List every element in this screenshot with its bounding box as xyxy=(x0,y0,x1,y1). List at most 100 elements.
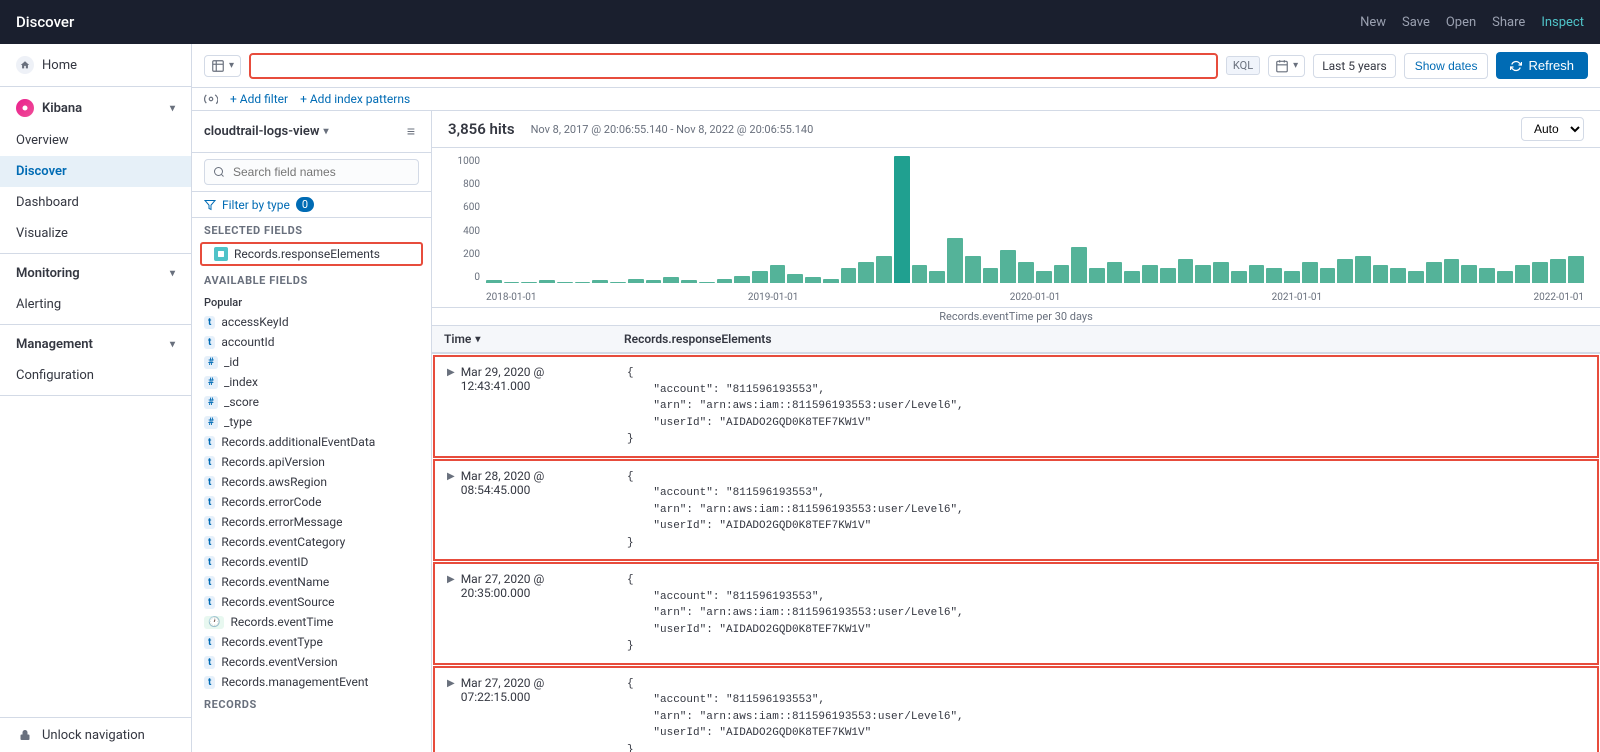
time-range-picker[interactable]: Last 5 years xyxy=(1313,54,1396,78)
field-name: Records.awsRegion xyxy=(221,475,327,489)
chart-container: 1000 800 600 400 200 0 2018-01-01 2019-0… xyxy=(432,148,1600,308)
field-search-input[interactable] xyxy=(204,159,419,185)
dashboard-label: Dashboard xyxy=(16,195,79,210)
field-item-Records-eventVersion[interactable]: tRecords.eventVersion xyxy=(192,652,431,672)
field-item-_index[interactable]: #_index xyxy=(192,372,431,392)
index-selector-btn[interactable]: ▾ xyxy=(204,55,241,77)
left-sidebar: Home Kibana ▾ Overview Discover Dashbo xyxy=(0,44,192,752)
sidebar-item-discover[interactable]: Discover xyxy=(0,156,191,187)
chart-bars-area xyxy=(486,156,1584,283)
field-item-accessKeyId[interactable]: t accessKeyId xyxy=(192,312,431,332)
filter-options-icon[interactable] xyxy=(204,92,218,106)
index-name-label: cloudtrail-logs-view xyxy=(204,124,319,139)
field-item-_type[interactable]: #_type xyxy=(192,412,431,432)
chart-bar xyxy=(592,280,608,283)
field-item-Records-eventID[interactable]: tRecords.eventID xyxy=(192,552,431,572)
field-item-Records-apiVersion[interactable]: tRecords.apiVersion xyxy=(192,452,431,472)
monitoring-group-header[interactable]: Monitoring ▾ xyxy=(0,258,191,289)
chart-bar xyxy=(983,268,999,283)
field-item-accountId[interactable]: t accountId xyxy=(192,332,431,352)
field-item-Records-managementEvent[interactable]: tRecords.managementEvent xyxy=(192,672,431,692)
field-type-badge: t xyxy=(204,576,215,589)
sidebar-item-configuration[interactable]: Configuration xyxy=(0,360,191,391)
selected-field-item[interactable]: Records.responseElements xyxy=(200,242,423,266)
open-action[interactable]: Open xyxy=(1446,15,1476,30)
field-name: Records.eventCategory xyxy=(221,535,345,549)
field-item-Records-eventType[interactable]: tRecords.eventType xyxy=(192,632,431,652)
unlock-nav-section: Unlock navigation xyxy=(0,717,191,752)
share-action[interactable]: Share xyxy=(1492,15,1525,30)
field-item-Records-eventSource[interactable]: tRecords.eventSource xyxy=(192,592,431,612)
app-title: Discover xyxy=(16,13,74,31)
add-filter-btn[interactable]: + Add filter xyxy=(230,92,288,106)
filter-bar: + Add filter + Add index patterns xyxy=(192,88,1600,111)
field-type-badge: 🕐 xyxy=(204,616,224,629)
field-type-t-icon: t xyxy=(204,316,215,329)
app-layout: Home Kibana ▾ Overview Discover Dashbo xyxy=(0,44,1600,752)
chart-bar xyxy=(646,280,662,283)
show-dates-button[interactable]: Show dates xyxy=(1404,53,1489,79)
management-group-header[interactable]: Management ▾ xyxy=(0,329,191,360)
field-item-_score[interactable]: #_score xyxy=(192,392,431,412)
chart-bar xyxy=(1266,268,1282,283)
refresh-button[interactable]: Refresh xyxy=(1496,52,1588,79)
field-item-Records-additionalEventData[interactable]: tRecords.additionalEventData xyxy=(192,432,431,452)
chart-bar xyxy=(681,280,697,283)
field-name: _score xyxy=(224,395,259,409)
sidebar-item-overview[interactable]: Overview xyxy=(0,125,191,156)
expand-row-btn[interactable]: ▶ xyxy=(447,367,455,378)
results-rows: ▶ Mar 29, 2020 @ 12:43:41.000 { "account… xyxy=(432,355,1600,752)
index-name-chevron-icon: ▾ xyxy=(323,126,328,137)
query-input[interactable]: Records.responseElements: { account: "81… xyxy=(259,59,1208,73)
field-item-_id[interactable]: #_id xyxy=(192,352,431,372)
field-item-Records-eventCategory[interactable]: tRecords.eventCategory xyxy=(192,532,431,552)
row-time-0: ▶ Mar 29, 2020 @ 12:43:41.000 xyxy=(435,357,615,456)
field-item-Records-errorMessage[interactable]: tRecords.errorMessage xyxy=(192,512,431,532)
chart-bar xyxy=(1124,271,1140,283)
management-group-label: Management xyxy=(16,337,93,352)
field-name: Records.errorMessage xyxy=(221,515,342,529)
new-action[interactable]: New xyxy=(1360,15,1386,30)
other-fields-list: #_id#_index#_score#_typetRecords.additio… xyxy=(192,352,431,692)
sidebar-item-dashboard[interactable]: Dashboard xyxy=(0,187,191,218)
field-item-Records-errorCode[interactable]: tRecords.errorCode xyxy=(192,492,431,512)
field-item-Records-awsRegion[interactable]: tRecords.awsRegion xyxy=(192,472,431,492)
table-row: ▶ Mar 27, 2020 @ 07:22:15.000 { "account… xyxy=(433,666,1599,752)
home-label: Home xyxy=(42,58,77,73)
field-type-badge: t xyxy=(204,676,215,689)
chart-bar xyxy=(557,282,573,283)
field-name-accessKeyId: accessKeyId xyxy=(221,315,288,329)
index-name[interactable]: cloudtrail-logs-view ▾ xyxy=(204,124,329,139)
row-content-0: { "account": "811596193553", "arn": "arn… xyxy=(615,357,1597,456)
expand-row-btn[interactable]: ▶ xyxy=(447,471,455,482)
main-content: ▾ Records.responseElements: { account: "… xyxy=(192,44,1600,752)
chart-bar xyxy=(1036,271,1052,283)
discover-label: Discover xyxy=(16,164,67,179)
kibana-group-header[interactable]: Kibana ▾ xyxy=(0,91,191,125)
collapse-sidebar-icon[interactable]: ≡ xyxy=(403,119,419,144)
sidebar-item-visualize[interactable]: Visualize xyxy=(0,218,191,249)
inspect-action[interactable]: Inspect xyxy=(1541,15,1584,30)
field-item-Records-eventName[interactable]: tRecords.eventName xyxy=(192,572,431,592)
filter-by-type-btn[interactable]: Filter by type 0 xyxy=(192,192,431,218)
save-action[interactable]: Save xyxy=(1402,15,1430,30)
expand-row-btn[interactable]: ▶ xyxy=(447,678,455,689)
sidebar-item-home[interactable]: Home xyxy=(0,48,191,82)
chart-bar xyxy=(841,268,857,283)
kql-badge[interactable]: KQL xyxy=(1226,56,1260,75)
chart-bar xyxy=(1018,262,1034,283)
table-icon xyxy=(211,59,225,73)
sidebar-item-alerting[interactable]: Alerting xyxy=(0,289,191,320)
chart-bar xyxy=(1089,268,1105,283)
chart-bar xyxy=(1337,259,1353,283)
calendar-icon-btn[interactable]: ▾ xyxy=(1268,55,1305,77)
field-type-badge: t xyxy=(204,456,215,469)
kibana-section: Kibana ▾ Overview Discover Dashboard Vis… xyxy=(0,87,191,254)
chart-bar xyxy=(1568,256,1584,283)
sidebar-item-unlock[interactable]: Unlock navigation xyxy=(0,718,191,752)
interval-select[interactable]: Auto xyxy=(1521,117,1584,141)
field-item-Records-eventTime[interactable]: 🕐Records.eventTime xyxy=(192,612,431,632)
expand-row-btn[interactable]: ▶ xyxy=(447,574,455,585)
add-index-patterns-btn[interactable]: + Add index patterns xyxy=(300,92,410,106)
kibana-group-label: Kibana xyxy=(42,101,82,116)
